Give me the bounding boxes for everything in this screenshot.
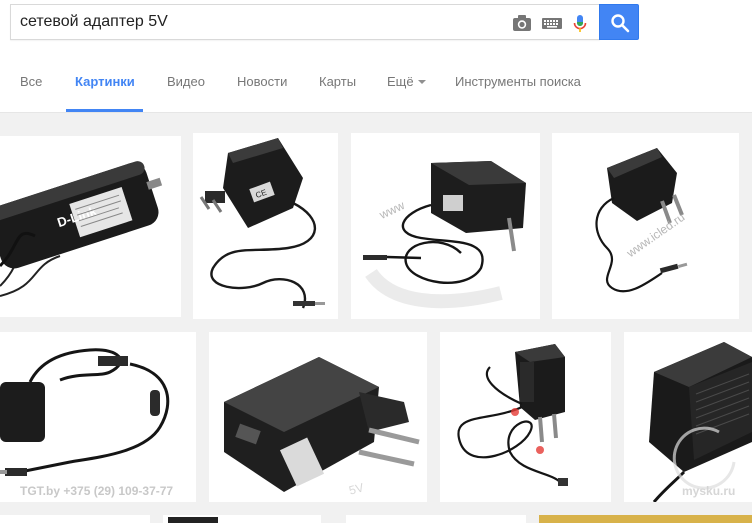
adapter-image [224, 357, 420, 492]
tab-search-tools[interactable]: Инструменты поиска [455, 52, 581, 112]
search-box[interactable] [10, 4, 600, 40]
adapter-image: D-Link [0, 161, 163, 297]
result-image-11[interactable] [346, 515, 526, 523]
watermark-text: TGT.by +375 (29) 109-37-77 [20, 484, 174, 498]
keyboard-icon[interactable] [541, 13, 563, 33]
adapter-image [595, 148, 688, 293]
image-results-grid: D-Link CE www www.icled.ru TGT.by +375 (… [0, 113, 752, 523]
chevron-down-icon [417, 80, 426, 84]
adapter-image [363, 161, 526, 309]
microphone-icon[interactable] [569, 13, 591, 33]
result-image-5[interactable]: TGT.by +375 (29) 109-37-77 [0, 332, 196, 502]
search-icon [611, 14, 630, 33]
tab-maps[interactable]: Карты [319, 52, 356, 112]
result-image-4[interactable]: www.icled.ru [552, 133, 739, 319]
adapter-image [168, 517, 218, 523]
watermark-text: mysku.ru [682, 484, 736, 498]
tab-video[interactable]: Видео [167, 52, 205, 112]
tab-news[interactable]: Новости [237, 52, 287, 112]
adapter-image [0, 348, 170, 476]
tab-images[interactable]: Картинки [75, 52, 135, 112]
result-image-12[interactable] [539, 515, 752, 523]
tab-more[interactable]: Ещё [387, 52, 426, 112]
adapter-image: CE [199, 138, 325, 309]
adapter-image [457, 344, 568, 486]
top-bar [0, 0, 752, 52]
result-image-9[interactable] [0, 515, 150, 523]
camera-icon[interactable] [511, 13, 533, 33]
result-image-10[interactable] [163, 515, 321, 523]
tab-more-label: Ещё [387, 74, 414, 89]
search-button[interactable] [599, 4, 639, 40]
search-input[interactable] [20, 5, 500, 39]
result-image-3[interactable]: www [351, 133, 540, 319]
result-image-8[interactable]: mysku.ru [624, 332, 752, 502]
result-image-2[interactable]: CE [193, 133, 338, 319]
result-image-7[interactable] [440, 332, 611, 502]
active-tab-indicator [66, 109, 143, 112]
tab-all[interactable]: Все [20, 52, 42, 112]
search-tabs: Все Картинки Видео Новости Карты Ещё Инс… [0, 52, 752, 113]
result-image-1[interactable]: D-Link [0, 136, 181, 317]
result-image-6[interactable]: 5V [209, 332, 427, 502]
adapter-image [649, 342, 752, 502]
